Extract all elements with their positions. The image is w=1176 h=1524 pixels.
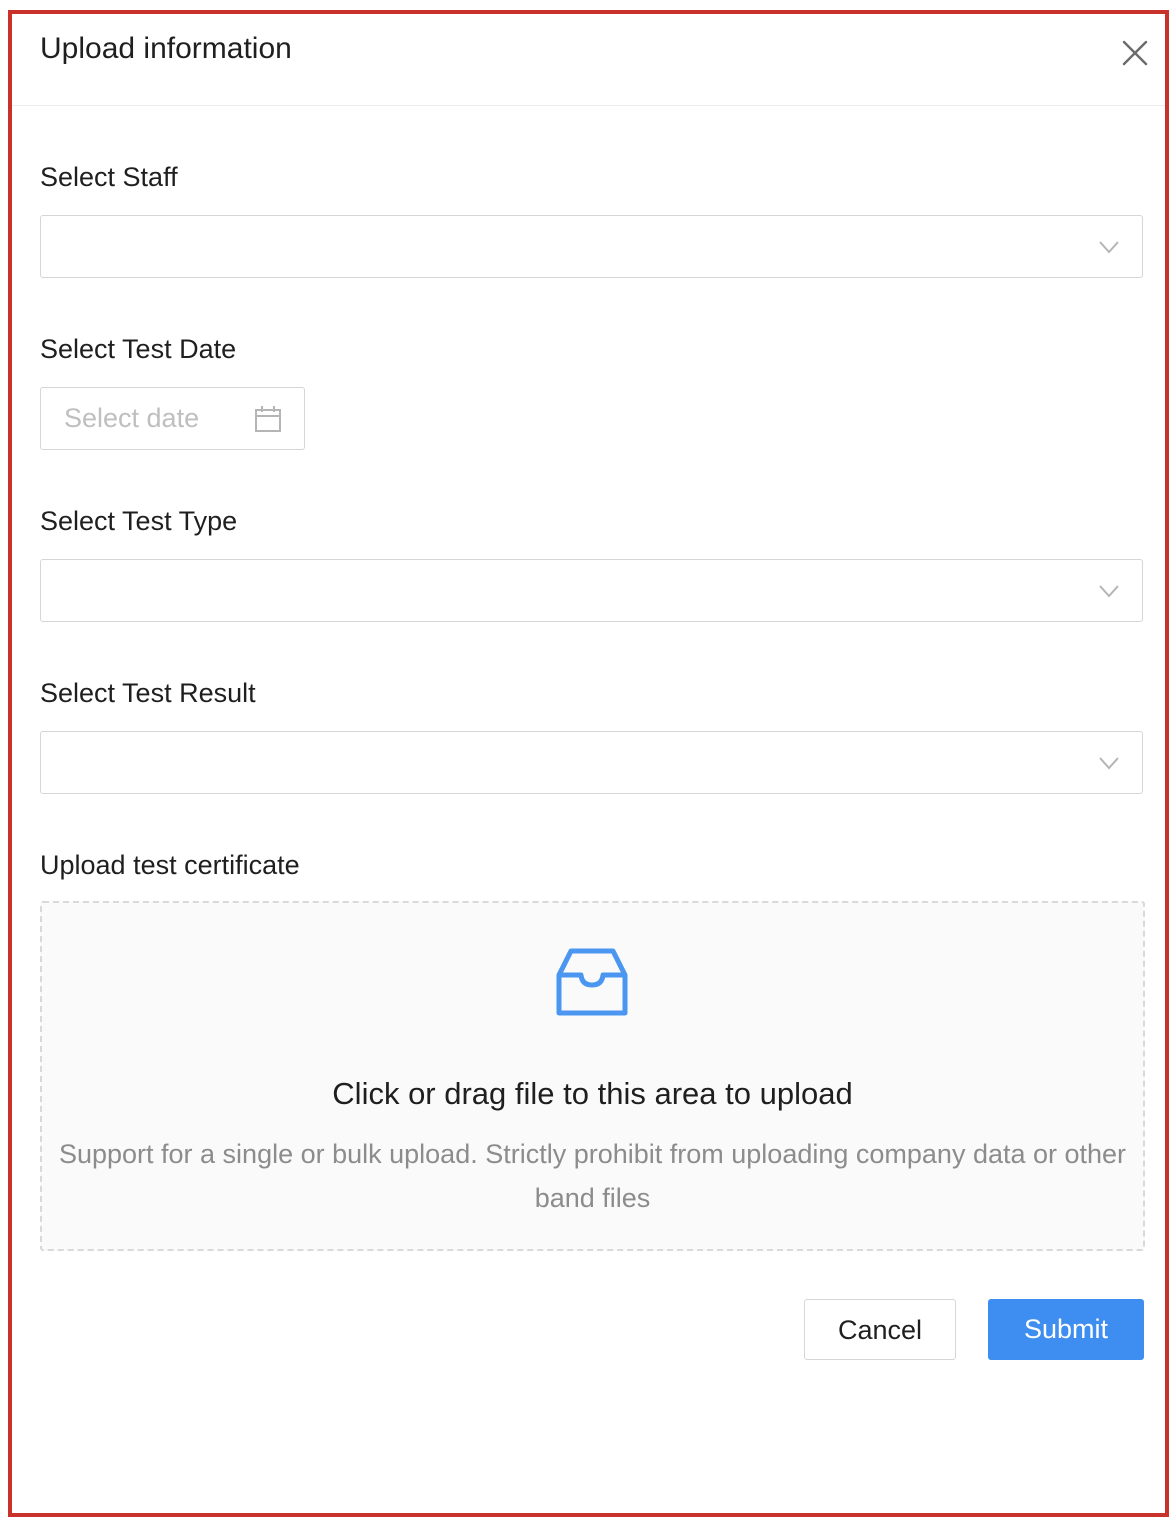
test-result-select[interactable] <box>40 731 1143 794</box>
modal-header: Upload information <box>12 14 1165 106</box>
test-date-label: Select Test Date <box>40 334 237 364</box>
upload-information-modal: Upload information Select Staff Select T… <box>8 10 1169 1517</box>
test-type-select[interactable] <box>40 559 1143 622</box>
upload-main-text: Click or drag file to this area to uploa… <box>332 1076 853 1111</box>
upload-hint-text: Support for a single or bulk upload. Str… <box>58 1139 1127 1213</box>
upload-dropzone[interactable]: Click or drag file to this area to uploa… <box>40 901 1145 1251</box>
chevron-down-icon <box>1099 585 1119 598</box>
date-placeholder: Select date <box>64 403 200 433</box>
test-type-label: Select Test Type <box>40 506 238 536</box>
test-date-picker[interactable]: Select date <box>40 387 305 450</box>
staff-label: Select Staff <box>40 162 178 192</box>
cancel-button[interactable]: Cancel <box>804 1299 956 1360</box>
calendar-icon <box>255 406 281 432</box>
upload-label: Upload test certificate <box>40 850 300 880</box>
staff-select[interactable] <box>40 215 1143 278</box>
close-icon[interactable] <box>1120 38 1150 68</box>
test-result-label: Select Test Result <box>40 678 256 708</box>
inbox-icon <box>556 948 628 1016</box>
chevron-down-icon <box>1099 757 1119 770</box>
submit-button[interactable]: Submit <box>988 1299 1144 1360</box>
chevron-down-icon <box>1099 241 1119 254</box>
modal-title: Upload information <box>40 32 292 65</box>
